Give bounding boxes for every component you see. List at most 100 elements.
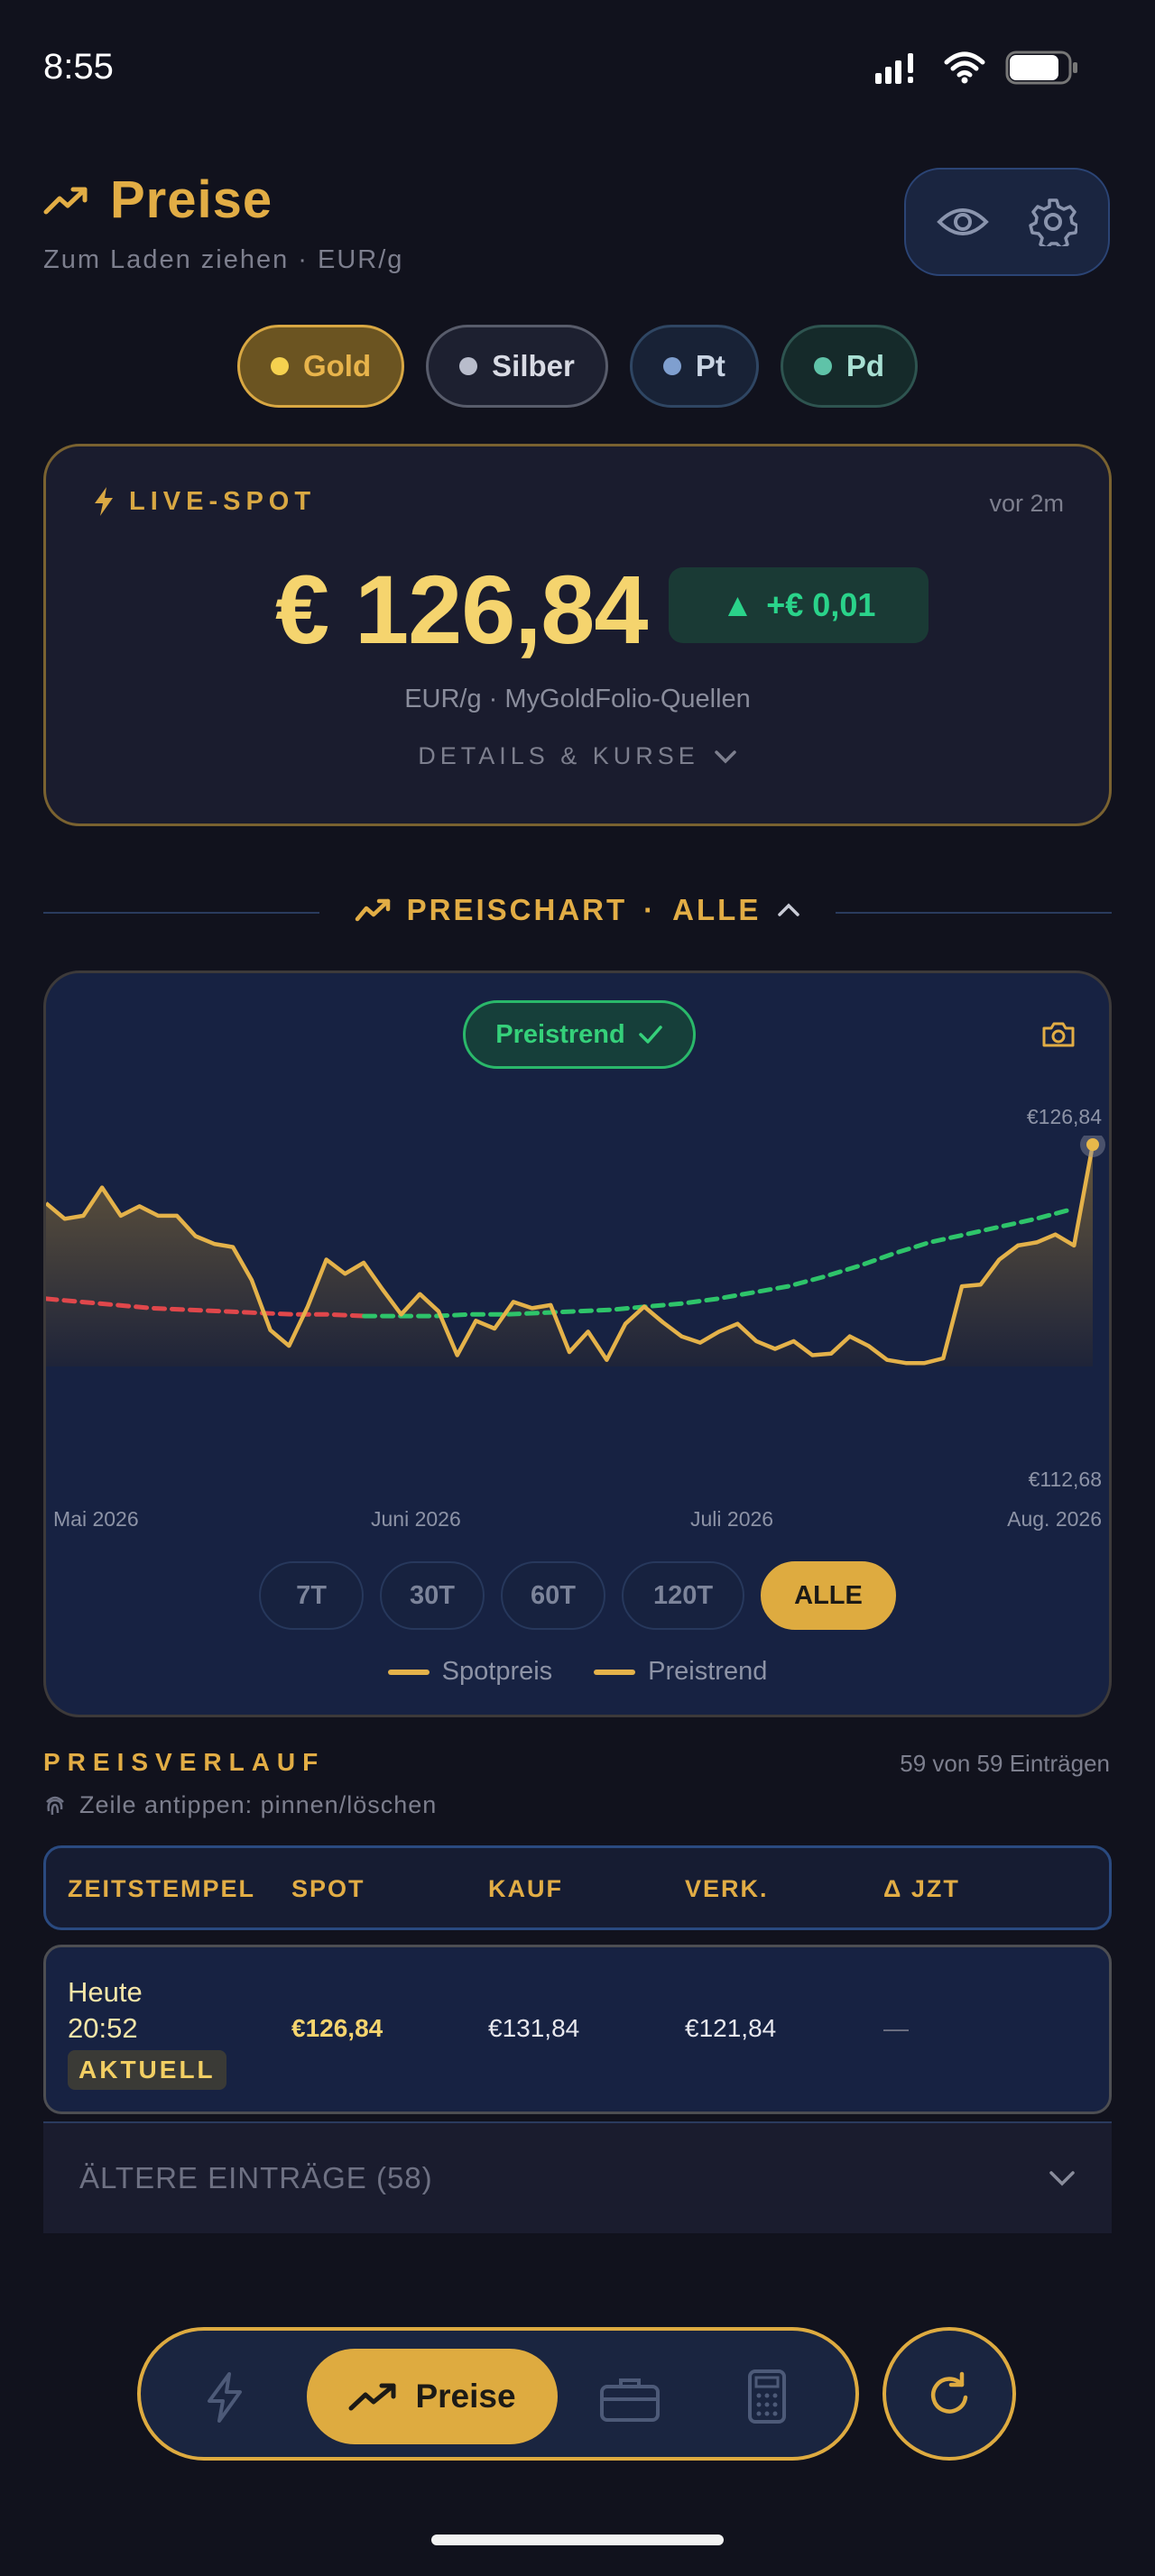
live-spot-price: € 126,84	[275, 555, 648, 664]
chevron-down-icon	[715, 750, 736, 763]
older-entries-label: ÄLTERE EINTRÄGE (58)	[79, 2161, 433, 2194]
chip-silver-label: Silber	[492, 349, 575, 382]
home-indicator	[431, 2535, 724, 2545]
gold-dot-icon	[270, 357, 289, 375]
history-hint: Zeile antippen: pinnen/löschen	[43, 1791, 437, 1819]
trend-up-icon	[348, 2383, 396, 2411]
row-spot: €126,84	[291, 2014, 383, 2042]
last-point-marker	[1086, 1138, 1099, 1151]
refresh-icon	[930, 2371, 968, 2414]
chip-palladium-label: Pd	[845, 349, 885, 382]
x-label-aug: Aug. 2026	[1007, 1507, 1102, 1531]
chart-legend: Spotpreis Preistrend	[46, 1657, 1109, 1687]
price-chart	[46, 1136, 1105, 1366]
fingerprint-icon	[46, 1796, 64, 1815]
chip-palladium[interactable]: Pd	[780, 325, 919, 408]
chart-trend-icon	[355, 898, 390, 922]
legend-trend: Preistrend	[594, 1657, 767, 1687]
price-change-badge: ▲ +€ 0,01	[669, 567, 929, 643]
nav-preise-label: Preise	[415, 2378, 516, 2415]
nav-preise[interactable]: Preise	[307, 2349, 558, 2444]
status-icons	[873, 51, 1079, 85]
col-sell: VERK.	[685, 1875, 769, 1902]
status-time: 8:55	[43, 47, 114, 87]
page-header: Preise	[43, 170, 273, 230]
chip-platinum[interactable]: Pt	[629, 325, 759, 408]
chip-gold[interactable]: Gold	[236, 325, 405, 408]
legend-spot-label: Spotpreis	[441, 1657, 553, 1686]
battery-icon	[1005, 51, 1077, 85]
chart-max-label: €126,84	[1026, 1105, 1102, 1128]
range-30t[interactable]: 30T	[380, 1561, 485, 1630]
range-alle[interactable]: ALLE	[761, 1561, 896, 1630]
calculator-icon[interactable]	[747, 2369, 787, 2424]
flash-icon	[95, 487, 113, 516]
chevron-down-icon	[1049, 2171, 1075, 2186]
range-60t[interactable]: 60T	[501, 1561, 605, 1630]
details-toggle[interactable]: DETAILS & KURSE	[46, 742, 1109, 770]
trend-toggle-label: Preistrend	[495, 1019, 625, 1049]
header-actions	[904, 168, 1110, 276]
chip-silver[interactable]: Silber	[426, 325, 608, 408]
legend-trend-swatch	[594, 1669, 636, 1675]
range-120t[interactable]: 120T	[622, 1561, 744, 1630]
live-spot-age: vor 2m	[989, 490, 1064, 517]
legend-spot-swatch	[387, 1669, 430, 1675]
row-delta: —	[883, 2014, 909, 2042]
metal-selector: Gold Silber Pt Pd	[0, 325, 1155, 408]
eye-icon[interactable]	[937, 204, 989, 240]
change-arrow-icon: ▲	[721, 586, 754, 623]
silver-dot-icon	[459, 357, 478, 375]
chart-section-separator: ·	[643, 893, 657, 926]
wifi-icon	[944, 51, 985, 84]
table-row[interactable]: Heute 20:52 AKTUELL €126,84 €131,84 €121…	[43, 1945, 1112, 2114]
row-buy: €131,84	[488, 2014, 580, 2042]
chart-section-range: ALLE	[672, 893, 762, 926]
refresh-button[interactable]	[882, 2327, 1016, 2461]
legend-trend-label: Preistrend	[648, 1657, 768, 1686]
trend-up-icon	[43, 187, 88, 214]
legend-spot: Spotpreis	[387, 1657, 553, 1687]
live-spot-source: EUR/g · MyGoldFolio-Quellen	[404, 685, 751, 713]
x-label-may: Mai 2026	[53, 1507, 139, 1531]
platinum-dot-icon	[662, 357, 681, 375]
col-spot: SPOT	[291, 1875, 365, 1902]
x-label-june: Juni 2026	[371, 1507, 461, 1531]
chart-section-toggle[interactable]: PREISCHART · ALLE	[0, 893, 1155, 927]
spot-area	[46, 1145, 1093, 1366]
x-label-july: Juli 2026	[690, 1507, 774, 1531]
price-chart-card: Preistrend €126,84 €112,68 Mai 2026 Juni…	[43, 971, 1112, 1717]
price-change-value: +€ 0,01	[766, 586, 876, 623]
bottom-nav: Preise	[137, 2327, 859, 2461]
page-subtitle: Zum Laden ziehen · EUR/g	[43, 245, 404, 274]
chart-section-title: PREISCHART	[406, 893, 628, 926]
chip-gold-label: Gold	[302, 349, 372, 382]
trend-toggle[interactable]: Preistrend	[463, 1000, 696, 1069]
flash-icon[interactable]	[206, 2372, 244, 2423]
range-selector: 7T 30T 60T 120T ALLE	[46, 1561, 1109, 1630]
briefcase-icon[interactable]	[599, 2374, 661, 2423]
check-icon	[638, 1026, 662, 1044]
row-timestamp: Heute 20:52	[68, 1974, 143, 2047]
live-spot-card[interactable]: LIVE-SPOT vor 2m € 126,84 ▲ +€ 0,01 EUR/…	[43, 444, 1112, 826]
camera-icon[interactable]	[1040, 1020, 1076, 1049]
palladium-dot-icon	[813, 357, 832, 375]
col-timestamp: ZEITSTEMPEL	[68, 1875, 256, 1902]
current-badge: AKTUELL	[68, 2050, 226, 2090]
col-delta: Δ JZT	[883, 1875, 960, 1902]
page-title: Preise	[110, 170, 273, 229]
chip-platinum-label: Pt	[695, 349, 725, 382]
history-count: 59 von 59 Einträgen	[900, 1750, 1110, 1777]
row-day: Heute	[68, 1976, 143, 2008]
col-buy: KAUF	[488, 1875, 563, 1902]
gear-icon[interactable]	[1029, 198, 1077, 246]
chart-min-label: €112,68	[1028, 1467, 1102, 1491]
older-entries-toggle[interactable]: ÄLTERE EINTRÄGE (58)	[43, 2121, 1112, 2233]
live-spot-header: LIVE-SPOT	[93, 486, 316, 517]
row-time: 20:52	[68, 2012, 138, 2044]
range-7t[interactable]: 7T	[259, 1561, 364, 1630]
live-spot-label: LIVE-SPOT	[129, 486, 317, 516]
history-table-header: ZEITSTEMPEL SPOT KAUF VERK. Δ JZT	[43, 1845, 1112, 1930]
row-sell: €121,84	[685, 2014, 777, 2042]
history-title: PREISVERLAUF	[43, 1748, 326, 1776]
